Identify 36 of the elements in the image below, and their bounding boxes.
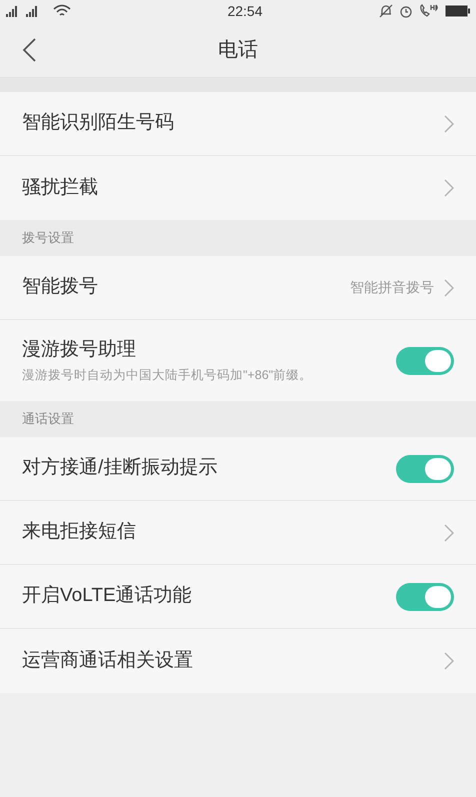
chevron-right-icon [444, 278, 454, 296]
row-label: 开启VoLTE通话功能 [22, 584, 193, 608]
row-label: 运营商通话相关设置 [22, 648, 194, 673]
section-header: 通话设置 [22, 410, 74, 428]
bell-off-icon [378, 4, 393, 18]
chevron-right-icon [444, 179, 454, 197]
chevron-right-icon [444, 652, 454, 670]
section-header: 拨号设置 [22, 229, 74, 248]
settings-row[interactable]: 智能识别陌生号码 [0, 92, 476, 156]
row-label: 漫游拨号助理 [22, 338, 137, 362]
toggle-switch[interactable] [396, 346, 454, 374]
row-label: 来电拒接短信 [22, 520, 137, 544]
hd-call-icon [418, 4, 439, 18]
toggle-switch[interactable] [396, 454, 454, 482]
settings-row[interactable]: 运营商通话相关设置 [0, 629, 476, 693]
settings-row[interactable]: 智能拨号 智能拼音拨号 [0, 256, 476, 320]
settings-row[interactable]: 骚扰拦截 [0, 156, 476, 220]
settings-row[interactable]: 开启VoLTE通话功能 [0, 565, 476, 629]
back-icon[interactable] [22, 38, 36, 62]
chevron-right-icon [444, 114, 454, 132]
alarm-icon [398, 4, 413, 18]
row-label: 对方接通/挂断振动提示 [22, 456, 218, 480]
row-label: 骚扰拦截 [22, 176, 99, 200]
battery-icon [444, 5, 471, 17]
row-description: 漫游拨号时自动为中国大陆手机号码加"+86"前缀。 [22, 367, 314, 384]
row-value: 智能拼音拨号 [350, 278, 434, 297]
settings-row[interactable]: 对方接通/挂断振动提示 [0, 437, 476, 501]
toggle-switch[interactable] [396, 582, 454, 610]
row-label: 智能识别陌生号码 [22, 111, 175, 136]
settings-row[interactable]: 来电拒接短信 [0, 501, 476, 565]
status-time: 22:54 [227, 2, 263, 20]
row-label: 智能拨号 [22, 275, 99, 300]
page-title: 电话 [218, 38, 258, 62]
wifi-icon [53, 4, 71, 18]
chevron-right-icon [444, 524, 454, 542]
settings-row[interactable]: 漫游拨号助理 漫游拨号时自动为中国大陆手机号码加"+86"前缀。 [0, 320, 476, 401]
